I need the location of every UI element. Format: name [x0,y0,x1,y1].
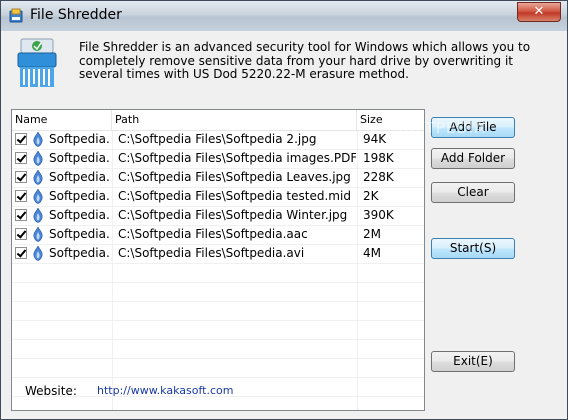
file-name: Softpedia... [49,189,109,203]
column-header-name[interactable]: Name [12,110,112,130]
file-path: C:\Softpedia Files\Softpedia.aac [118,227,308,241]
shredder-app-icon [9,8,23,23]
main-window: File Shredder ✕ File Shredder is an adva… [0,0,568,420]
file-path: C:\Softpedia Files\Softpedia tested.mid [118,189,351,203]
checkbox-checked-icon[interactable] [15,209,27,221]
file-path: C:\Softpedia Files\Softpedia Leaves.jpg [118,170,351,184]
content-area: File Shredder is an advanced security to… [1,31,567,419]
list-header: Name Path Size [12,110,424,131]
close-button[interactable]: ✕ [517,2,561,22]
file-size: 94K [363,132,387,146]
empty-row [12,302,424,321]
file-size: 4M [363,246,381,260]
empty-row [12,359,424,378]
file-path: C:\Softpedia Files\Softpedia Winter.jpg [118,208,348,222]
empty-row [12,340,424,359]
app-description: File Shredder is an advanced security to… [79,40,531,81]
file-flame-icon [32,207,44,223]
column-header-path[interactable]: Path [112,110,357,130]
list-item[interactable]: Softpedia... C:\Softpedia Files\Softpedia… [12,150,424,169]
file-flame-icon [32,169,44,185]
checkbox-checked-icon[interactable] [15,228,27,240]
empty-row [12,397,424,410]
list-item[interactable]: Softpedia... C:\Softpedia Files\Softpedia… [12,226,424,245]
file-path: C:\Softpedia Files\Softpedia.avi [118,246,305,260]
checkbox-checked-icon[interactable] [15,190,27,202]
file-list[interactable]: Name Path Size Softpedia... C:\Softpedia … [11,109,425,411]
list-item[interactable]: Softpedia... C:\Softpedia Files\Softpedia… [12,245,424,264]
start-button[interactable]: Start(S) [431,238,515,259]
window-title: File Shredder [30,7,122,23]
list-item[interactable]: Softpedia... C:\Softpedia Files\Softpedia… [12,169,424,188]
title-bar[interactable]: File Shredder ✕ [1,1,567,31]
file-size: 390K [363,208,394,222]
empty-row [12,264,424,283]
website-link[interactable]: http://www.kakasoft.com [97,384,233,397]
website-label: Website: [25,384,77,398]
checkbox-checked-icon[interactable] [15,247,27,259]
exit-button[interactable]: Exit(E) [431,351,515,372]
file-flame-icon [32,226,44,242]
close-icon: ✕ [533,4,545,19]
empty-row [12,283,424,302]
file-size: 198K [363,151,394,165]
file-flame-icon [32,150,44,166]
file-flame-icon [32,188,44,204]
file-flame-icon [32,131,44,147]
checkbox-checked-icon[interactable] [15,133,27,145]
clear-button[interactable]: Clear [431,182,515,203]
checkbox-checked-icon[interactable] [15,152,27,164]
file-name: Softpedia... [49,170,109,184]
list-item[interactable]: Softpedia... C:\Softpedia Files\Softpedia… [12,188,424,207]
file-size: 228K [363,170,394,184]
file-name: Softpedia... [49,246,109,260]
shredder-logo-icon [17,38,57,87]
list-rows: Softpedia... C:\Softpedia Files\Softpedia… [12,131,424,410]
file-name: Softpedia... [49,132,109,146]
file-size: 2M [363,227,381,241]
file-size: 2K [363,189,379,203]
file-path: C:\Softpedia Files\Softpedia images.PDF.… [118,151,356,165]
list-item[interactable]: Softpedia... C:\Softpedia Files\Softpedia… [12,131,424,150]
list-item[interactable]: Softpedia... C:\Softpedia Files\Softpedia… [12,207,424,226]
checkbox-checked-icon[interactable] [15,171,27,183]
file-path: C:\Softpedia Files\Softpedia 2.jpg [118,132,317,146]
file-name: Softpedia... [49,151,109,165]
empty-row [12,321,424,340]
add-folder-button[interactable]: Add Folder [431,148,515,169]
file-flame-icon [32,245,44,261]
file-name: Softpedia... [49,227,109,241]
column-header-size[interactable]: Size [357,110,424,130]
add-file-button[interactable]: Add File [431,117,515,138]
file-name: Softpedia... [49,208,109,222]
